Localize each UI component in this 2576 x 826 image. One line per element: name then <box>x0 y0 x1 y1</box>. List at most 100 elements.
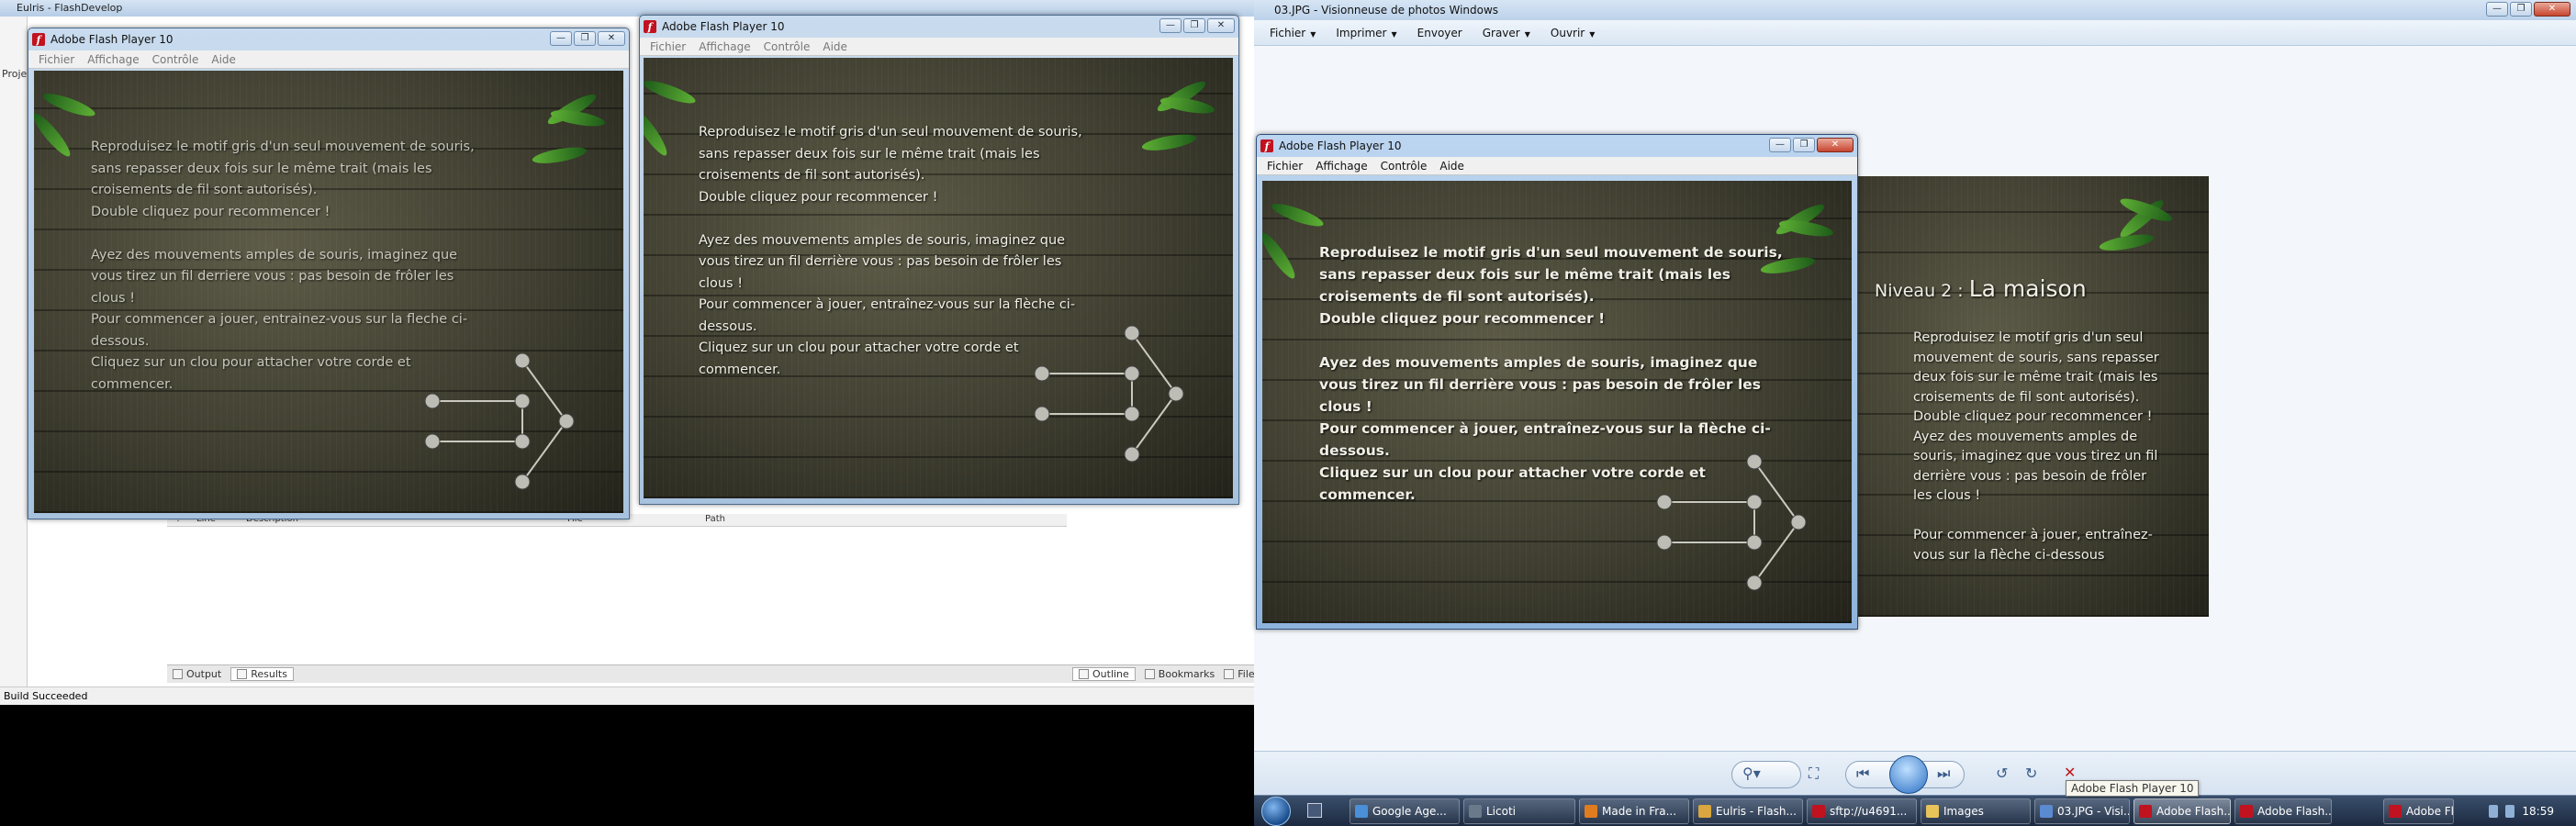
menu-affichage[interactable]: Affichage <box>81 53 145 66</box>
leaves-decoration <box>2098 176 2209 286</box>
project-panel-label: Proje <box>2 68 28 80</box>
minimize-button[interactable]: — <box>1159 18 1182 33</box>
leaves-decoration <box>531 71 623 181</box>
menu-affichage[interactable]: Affichage <box>692 40 756 53</box>
flash-stage[interactable]: Reproduisez le motif gris d'un seul mouv… <box>1262 181 1852 623</box>
clock[interactable]: 18:59 <box>2522 805 2554 818</box>
menubar: Fichier Affichage Contrôle Aide <box>1257 157 1857 175</box>
taskbar-item[interactable]: Made in Fra... <box>1579 798 1689 824</box>
col-path: Path <box>705 514 725 524</box>
menu-fichier[interactable]: Fichier ▼ <box>1260 27 1326 39</box>
taskbar-item[interactable]: Adobe Flash... <box>2383 798 2455 824</box>
taskbar: Google Age... Licoti Made in Fra... Eulr… <box>1254 795 2576 826</box>
taskbar-item[interactable]: Licoti <box>1463 798 1575 824</box>
menu-aide[interactable]: Aide <box>816 40 854 53</box>
tab-results[interactable]: Results <box>230 667 294 681</box>
arrow-pattern[interactable] <box>1029 318 1194 484</box>
flash-window-b[interactable]: f Adobe Flash Player 10 — ❐ ✕ Fichier Af… <box>639 15 1239 505</box>
photo-viewer-menubar: Fichier ▼ Imprimer ▼ Envoyer Graver ▼ Ouvri… <box>1254 20 2576 46</box>
arrow-pattern[interactable] <box>1652 447 1817 612</box>
maximize-button[interactable]: ❐ <box>574 31 596 46</box>
photo-image: Niveau 2 : La maison Reproduisez le moti… <box>1845 176 2209 617</box>
volume-icon[interactable] <box>2505 805 2515 818</box>
show-desktop-icon[interactable] <box>1307 803 1322 818</box>
flash-icon: f <box>644 20 656 33</box>
flash-icon: f <box>32 33 45 46</box>
status-bar: Build Succeeded <box>0 686 1254 705</box>
tab-outline[interactable]: Outline <box>1072 667 1136 681</box>
flash-window-c[interactable]: f Adobe Flash Player 10 — ❐ ✕ Fichier Af… <box>1256 134 1858 630</box>
window-title: Adobe Flash Player 10 <box>50 33 174 46</box>
menu-imprimer[interactable]: Imprimer ▼ <box>1326 27 1406 39</box>
menu-aide[interactable]: Aide <box>205 53 242 66</box>
bottom-tabbar: Output Results <box>167 664 1067 683</box>
tab-bookmarks[interactable]: Bookmarks <box>1144 668 1215 680</box>
calendar-icon <box>1355 805 1368 818</box>
taskbar-item[interactable]: 03.JPG - Visi... <box>2034 798 2130 824</box>
close-button[interactable]: ✕ <box>1817 138 1854 152</box>
maximize-button[interactable]: ❐ <box>1793 138 1815 152</box>
menu-affichage[interactable]: Affichage <box>1309 160 1373 173</box>
help-icon <box>1469 805 1482 818</box>
delete-icon[interactable]: ✕ <box>2064 764 2076 781</box>
instructions-text: Reproduisez le motif gris d'un seul mouv… <box>699 125 1082 377</box>
minimize-button[interactable]: — <box>550 31 572 46</box>
close-button[interactable]: ✕ <box>598 31 625 46</box>
rotate-left-icon[interactable]: ↺ <box>1996 765 2008 782</box>
menubar: Fichier Affichage Contrôle Aide <box>640 38 1238 56</box>
slideshow-button[interactable] <box>1889 755 1928 794</box>
filezilla-icon <box>1812 805 1825 818</box>
menu-ouvrir[interactable]: Ouvrir ▼ <box>1540 27 1606 39</box>
close-button[interactable]: ✕ <box>1207 18 1235 33</box>
next-icon[interactable]: ⏭ <box>1937 765 1950 783</box>
flash-stage[interactable]: Reproduisez le motif gris d'un seul mouv… <box>644 58 1233 498</box>
menu-aide[interactable]: Aide <box>1433 160 1471 173</box>
photo-viewer-navbar: ⚲▾ ⛶ ⏮ ⏭ ↺ ↻ ✕ <box>1254 751 2576 798</box>
flash-icon: f <box>1260 140 1273 152</box>
taskbar-item[interactable]: Images <box>1921 798 2031 824</box>
actual-size-icon[interactable]: ⛶ <box>1809 765 1819 783</box>
menu-fichier[interactable]: Fichier <box>1260 160 1309 173</box>
flash-window-a[interactable]: f Adobe Flash Player 10 — ❐ ✕ Fichier Af… <box>28 28 630 519</box>
network-icon[interactable] <box>2489 805 2499 818</box>
status-text: Build Succeeded <box>4 690 88 702</box>
previous-icon[interactable]: ⏮ <box>1856 765 1869 783</box>
flash-icon <box>2389 805 2402 818</box>
menu-controle[interactable]: Contrôle <box>757 40 817 53</box>
taskbar-item[interactable]: Eulris - Flash... <box>1693 798 1803 824</box>
menu-fichier[interactable]: Fichier <box>644 40 692 53</box>
rotate-right-icon[interactable]: ↻ <box>2025 765 2037 782</box>
menu-graver[interactable]: Graver ▼ <box>1473 27 1540 39</box>
flash-icon <box>2240 805 2253 818</box>
start-button[interactable] <box>1261 797 1291 826</box>
window-title: Adobe Flash Player 10 <box>1279 140 1402 152</box>
menu-controle[interactable]: Contrôle <box>146 53 206 66</box>
minimize-button[interactable]: — <box>1769 138 1791 152</box>
taskbar-item[interactable]: Adobe Flash... <box>2234 798 2332 824</box>
flashdevelop-icon <box>1698 805 1711 818</box>
photo-viewer-icon <box>2040 805 2053 818</box>
maximize-button[interactable]: ❐ <box>2510 2 2532 17</box>
system-tray: Adobe Flash... 18:59 <box>2383 796 2576 826</box>
minimize-button[interactable]: — <box>2486 2 2508 17</box>
right-tabbar: Outline Bookmarks Files <box>1067 664 1260 683</box>
menu-envoyer[interactable]: Envoyer <box>1407 27 1473 39</box>
taskbar-item[interactable]: sftp://u4691... <box>1807 798 1917 824</box>
photo-viewer-title: 03.JPG - Visionneuse de photos Windows —… <box>1254 0 2576 20</box>
taskbar-item[interactable]: Adobe Flash... <box>2134 798 2231 824</box>
folder-icon <box>1926 805 1939 818</box>
tab-output[interactable]: Output <box>173 668 221 680</box>
menubar: Fichier Affichage Contrôle Aide <box>28 50 629 69</box>
window-title: Adobe Flash Player 10 <box>662 20 785 33</box>
close-button[interactable]: ✕ <box>2534 2 2570 17</box>
menu-controle[interactable]: Contrôle <box>1374 160 1434 173</box>
level-title: Niveau 2 : La maison <box>1875 275 2087 302</box>
taskbar-item[interactable]: Google Age... <box>1350 798 1460 824</box>
maximize-button[interactable]: ❐ <box>1183 18 1205 33</box>
flash-stage[interactable]: Reproduisez le motif gris d'un seul mouv… <box>34 71 623 513</box>
flash-icon <box>2139 805 2152 818</box>
zoom-icon[interactable]: ⚲▾ <box>1742 765 1761 782</box>
arrow-pattern[interactable] <box>420 346 585 511</box>
firefox-icon <box>1585 805 1597 818</box>
menu-fichier[interactable]: Fichier <box>32 53 81 66</box>
